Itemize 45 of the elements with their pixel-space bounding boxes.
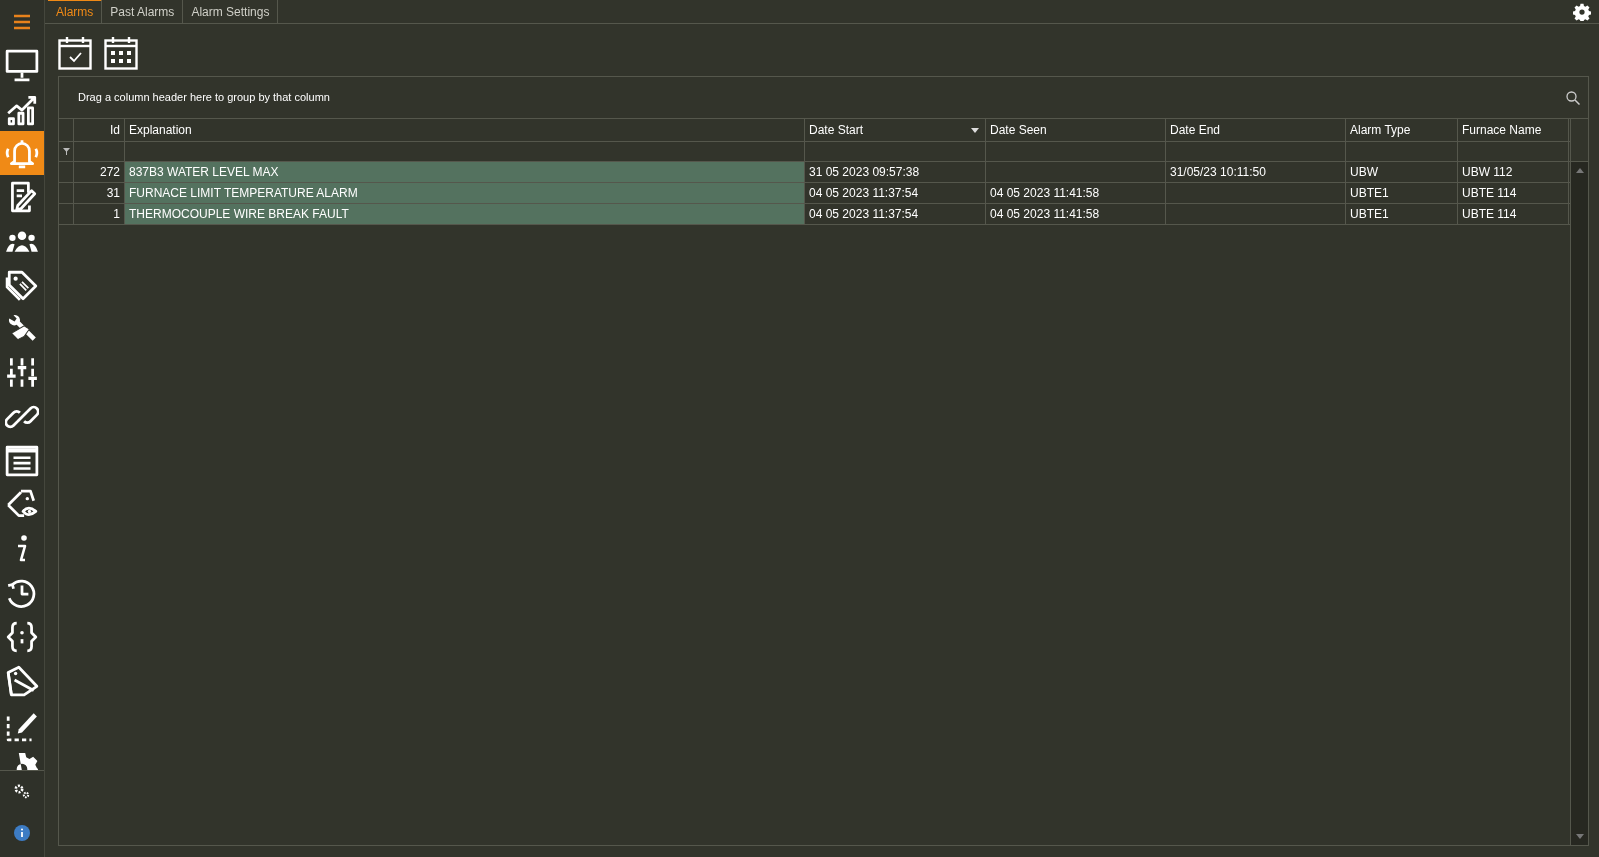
group-panel-hint: Drag a column header here to group by that column [78,90,330,106]
sliders-icon [5,356,39,390]
calendar-icon[interactable] [104,36,138,70]
table-cell: UBW [1346,162,1458,182]
table-cell: UBTE 114 [1458,183,1569,203]
list-window-icon [5,444,39,478]
settings-icon[interactable] [13,783,31,799]
monitor-icon [5,48,39,82]
filter-icon[interactable] [62,148,70,155]
column-header[interactable]: Date Start [805,119,986,141]
tags-icon [5,268,39,302]
table-cell: UBTE1 [1346,204,1458,224]
table-cell: 31 05 2023 09:57:38 [805,162,986,182]
menu-icon[interactable] [13,13,31,30]
swatches-icon [5,664,39,698]
info-icon[interactable] [14,825,30,841]
table-cell: UBTE1 [1346,183,1458,203]
table-cell: UBTE 114 [1458,204,1569,224]
tab[interactable]: Past Alarms [102,0,184,23]
tab[interactable]: Alarms [48,0,103,23]
table-cell: FURNACE LIMIT TEMPERATURE ALARM [125,183,805,203]
table-cell: 04 05 2023 11:37:54 [805,183,986,203]
scroll-up-icon[interactable] [1575,168,1584,173]
tab[interactable]: Alarm Settings [183,0,279,23]
column-header[interactable]: Furnace Name [1458,119,1569,141]
column-header[interactable]: Id [74,119,125,141]
table-cell: 04 05 2023 11:41:58 [986,204,1166,224]
table-cell: THERMOCOUPLE WIRE BREAK FAULT [125,204,805,224]
column-header[interactable]: Date End [1166,119,1346,141]
table-cell: 04 05 2023 11:37:54 [805,204,986,224]
column-header[interactable]: Date Seen [986,119,1166,141]
table-cell: 31/05/23 10:11:50 [1166,162,1346,182]
calendar-check-icon[interactable] [58,36,92,70]
scrollbar[interactable] [1571,162,1588,845]
info-icon [16,534,28,564]
table-cell: 837B3 WATER LEVEL MAX [125,162,805,182]
settings-icon[interactable] [1573,2,1591,21]
scroll-down-icon[interactable] [1575,834,1584,839]
sort-icon[interactable] [971,127,979,133]
search-icon[interactable] [1566,90,1580,105]
table-cell: UBW 112 [1458,162,1569,182]
column-header[interactable]: Explanation [125,119,805,141]
braces-icon [5,620,39,654]
table-cell: 04 05 2023 11:41:58 [986,183,1166,203]
column-header[interactable]: Alarm Type [1346,119,1458,141]
